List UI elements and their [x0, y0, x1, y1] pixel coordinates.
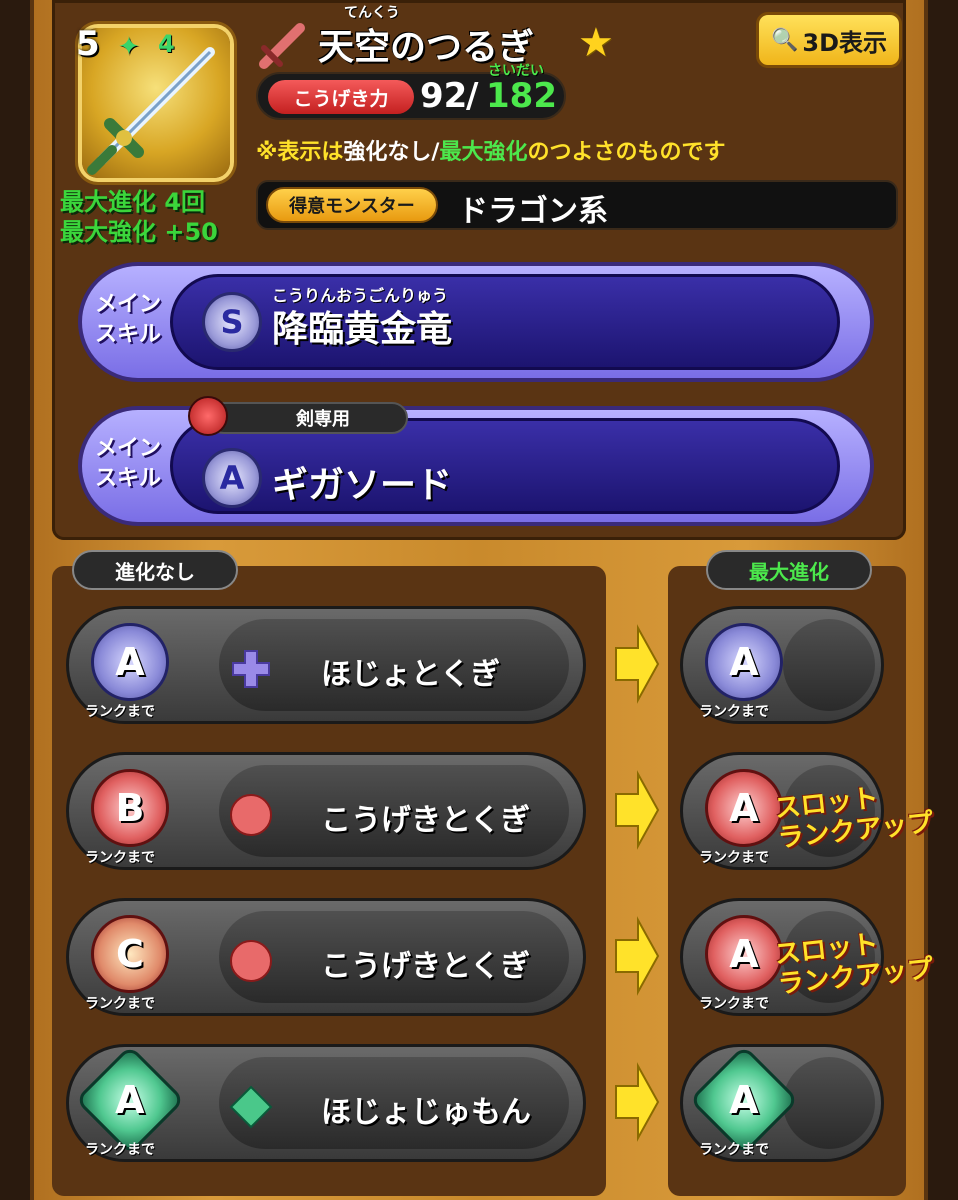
magnifier-icon: 🔍 — [770, 27, 799, 53]
max-enhance: 最大強化 +50 — [60, 218, 218, 246]
attack-slash: / — [466, 76, 479, 116]
view-3d-button[interactable]: 🔍 3D表示 — [756, 12, 902, 68]
slot-rank-badge: A — [91, 623, 169, 701]
skill-1-name: 降臨黄金竜 — [272, 309, 453, 350]
sword-restriction-icon — [188, 396, 228, 436]
max-evolution-label: 最大進化 — [706, 550, 872, 590]
stat-note: ※表示は強化なし/最大強化のつよさのものです — [256, 140, 726, 165]
plus-level: 4 — [158, 30, 175, 58]
arrow-right-icon — [615, 1062, 660, 1142]
red-orb-icon — [230, 940, 272, 982]
slot-result[interactable]: A ランクまで — [680, 606, 884, 724]
rank-number: 5 — [76, 24, 100, 64]
slot-row[interactable]: A ランクまで ほじょとくぎ — [66, 606, 586, 724]
red-orb-icon — [230, 794, 272, 836]
monster-label: 得意モンスター — [266, 187, 438, 223]
green-diamond-icon — [229, 1085, 273, 1129]
slot-rank-label: ランクまで — [85, 1142, 155, 1158]
slot-result-rank-badge: A — [705, 915, 783, 993]
slot-row[interactable]: B ランクまで こうげきとくぎ — [66, 752, 586, 870]
skill-2-rank-badge: A — [202, 448, 262, 508]
slot-rank-badge: C — [91, 915, 169, 993]
attack-value: 92 — [420, 76, 468, 116]
slot-rank-badge: B — [91, 769, 169, 847]
slot-skill-name: ほじょじゅもん — [321, 1095, 531, 1130]
skill-2-name: ギガソード — [272, 465, 453, 506]
slot-skill-name: ほじょとくぎ — [321, 657, 501, 692]
slot-result-inner — [783, 1057, 875, 1149]
slot-skill-name: こうげきとくぎ — [321, 803, 531, 838]
slot-result-rank-badge: A — [705, 769, 783, 847]
slot-rank-label: ランクまで — [85, 704, 155, 720]
slot-skill-name: こうげきとくぎ — [321, 949, 531, 984]
slot-rank-label: ランクまで — [85, 850, 155, 866]
slot-result-rank-label: ランクまで — [699, 996, 769, 1012]
slot-rank-label: ランクまで — [85, 996, 155, 1012]
arrow-right-icon — [615, 624, 660, 704]
attack-label: こうげき力 — [268, 80, 414, 114]
skill-1-rank-badge: S — [202, 292, 262, 352]
slot-result-rank-label: ランクまで — [699, 704, 769, 720]
slot-row[interactable]: C ランクまで こうげきとくぎ — [66, 898, 586, 1016]
slot-result-inner — [783, 619, 875, 711]
plus-star-icon: ✦ — [118, 32, 140, 62]
arrow-right-icon — [615, 916, 660, 996]
slot-result-rank-label: ランクまで — [699, 1142, 769, 1158]
no-evolution-label: 進化なし — [72, 550, 238, 590]
skill-1-inner — [170, 274, 840, 370]
attack-max-value: 182 — [486, 76, 557, 116]
view-3d-label: 3D表示 — [802, 28, 888, 57]
purple-gem-icon — [232, 650, 270, 688]
star-icon: ★ — [578, 20, 614, 66]
sword-only-tag: 剣専用 — [208, 402, 408, 434]
arrow-right-icon — [615, 770, 660, 850]
sword-icon — [87, 47, 215, 175]
skill-1-tag: メイン スキル — [94, 292, 161, 347]
slot-result[interactable]: A ランクまで — [680, 1044, 884, 1162]
sword-type-icon — [259, 23, 305, 69]
slot-result-rank-badge: A — [705, 623, 783, 701]
item-icon — [82, 28, 230, 178]
monster-value: ドラゴン系 — [458, 194, 608, 229]
skill-2-tag: メイン スキル — [94, 436, 161, 491]
slot-row[interactable]: A ランクまで ほじょじゅもん — [66, 1044, 586, 1162]
slot-result-rank-label: ランクまで — [699, 850, 769, 866]
